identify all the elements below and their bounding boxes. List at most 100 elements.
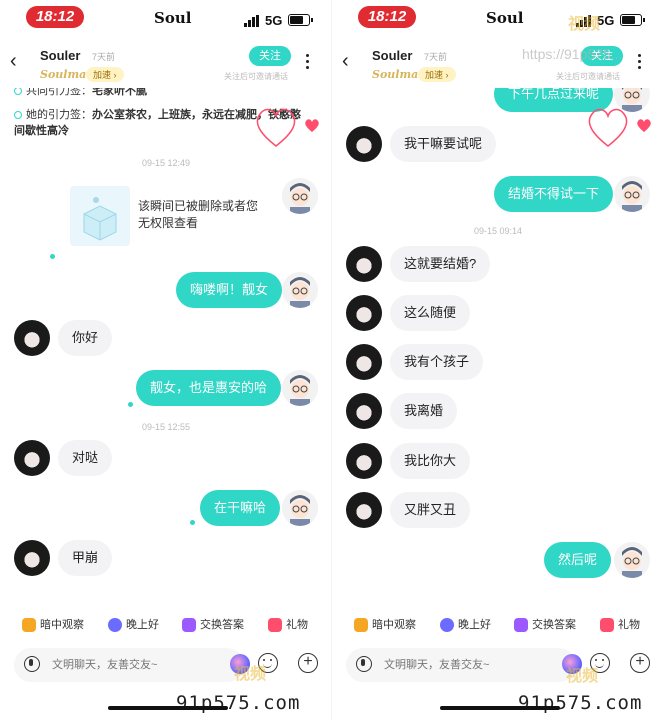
status-time: 18:12 bbox=[26, 6, 84, 28]
my-avatar[interactable] bbox=[282, 490, 318, 526]
action-gift[interactable]: 礼物 bbox=[268, 616, 308, 633]
action-observe[interactable]: 暗中观察 bbox=[22, 616, 84, 633]
binoculars-icon bbox=[22, 618, 36, 633]
more-icon[interactable] bbox=[306, 54, 310, 72]
follow-hint: 关注后可邀请通话 bbox=[224, 72, 288, 81]
action-good-evening[interactable]: 晚上好 bbox=[108, 616, 159, 633]
contact-avatar[interactable] bbox=[346, 126, 382, 162]
message-list[interactable]: 共同引力签：宅家听不腻 她的引力签：办公室茶农，上班族，永远在减肥，铁憨憨 间歇… bbox=[0, 88, 332, 600]
contact-avatar[interactable] bbox=[346, 443, 382, 479]
my-avatar[interactable] bbox=[614, 176, 650, 212]
deleted-moment-text: 该瞬间已被删除或者您无权限查看 bbox=[138, 199, 259, 230]
last-active: 7天前 bbox=[92, 52, 116, 62]
my-avatar[interactable] bbox=[282, 370, 318, 406]
message-bubble-in[interactable]: 这么随便 bbox=[390, 295, 471, 331]
heart-icon[interactable] bbox=[252, 102, 324, 157]
plus-icon[interactable]: + bbox=[630, 653, 650, 673]
contact-avatar[interactable] bbox=[14, 540, 50, 576]
action-observe[interactable]: 暗中观察 bbox=[354, 616, 416, 633]
message-input[interactable] bbox=[346, 648, 576, 682]
message-bubble-in[interactable]: 我比你大 bbox=[390, 443, 471, 479]
chat-swap-icon bbox=[182, 618, 196, 633]
watermark-logo: 视频 bbox=[566, 668, 599, 685]
contact-avatar[interactable] bbox=[346, 492, 382, 528]
heart-icon[interactable] bbox=[584, 102, 656, 157]
watermark-logo: 视频 bbox=[234, 666, 267, 683]
action-label: 交换答案 bbox=[532, 619, 576, 631]
contact-name[interactable]: Souler bbox=[372, 48, 412, 63]
contact-name[interactable]: Souler bbox=[40, 48, 80, 63]
home-indicator[interactable] bbox=[440, 706, 560, 710]
message-bubble-out[interactable]: 在干嘛哈 bbox=[200, 490, 281, 526]
message-bubble-out[interactable]: 然后呢 bbox=[544, 542, 612, 578]
home-indicator[interactable] bbox=[108, 706, 228, 710]
watermark-logo: 视频 bbox=[568, 16, 601, 33]
contact-avatar[interactable] bbox=[346, 295, 382, 331]
signal-icon bbox=[244, 15, 260, 27]
tag-label: 她的引力签： bbox=[26, 109, 92, 121]
action-label: 暗中观察 bbox=[40, 619, 84, 631]
moon-icon bbox=[440, 618, 454, 633]
status-time: 18:12 bbox=[358, 6, 416, 28]
back-icon[interactable]: ‹ bbox=[342, 50, 349, 73]
message-bubble-in[interactable]: 这就要结婚? bbox=[390, 246, 491, 282]
message-bubble-in[interactable]: 我干嘛要试呢 bbox=[390, 126, 497, 162]
her-tag-row-cont: 间歇性高冷 bbox=[14, 122, 69, 138]
tag-dot-icon bbox=[14, 88, 22, 96]
message-bubble-in[interactable]: 又胖又丑 bbox=[390, 492, 471, 528]
app-name: Soul bbox=[486, 9, 524, 27]
more-icon[interactable] bbox=[638, 54, 642, 72]
message-list[interactable]: 下午几点过来呢 我干嘛要试呢 结婚不得试一下 09-15 09:14 这就要结婚… bbox=[332, 88, 664, 600]
contact-avatar[interactable] bbox=[346, 393, 382, 429]
action-swap-answers[interactable]: 交换答案 bbox=[182, 616, 244, 633]
unread-dot bbox=[128, 402, 133, 407]
my-avatar[interactable] bbox=[614, 542, 650, 578]
action-good-evening[interactable]: 晚上好 bbox=[440, 616, 491, 633]
voice-icon[interactable] bbox=[356, 656, 372, 672]
contact-avatar[interactable] bbox=[346, 246, 382, 282]
message-bubble-out[interactable]: 靓女，也是惠安的哈 bbox=[136, 370, 282, 406]
tag-label: 共同引力签： bbox=[26, 88, 92, 97]
action-swap-answers[interactable]: 交换答案 bbox=[514, 616, 576, 633]
follow-button[interactable]: 关注 bbox=[249, 46, 291, 66]
chat-screen-right: 18:12 Soul 5G 视频 ‹ Souler 7天前 Soulmate 加… bbox=[332, 0, 664, 720]
app-name: Soul bbox=[154, 9, 192, 27]
plus-icon[interactable]: + bbox=[298, 653, 318, 673]
binoculars-icon bbox=[354, 618, 368, 633]
message-bubble-in[interactable]: 我有个孩子 bbox=[390, 344, 484, 380]
message-bubble-in[interactable]: 我离婚 bbox=[390, 393, 458, 429]
my-avatar[interactable] bbox=[282, 178, 318, 214]
action-label: 礼物 bbox=[286, 619, 308, 631]
status-bar: 18:12 Soul 5G bbox=[0, 0, 332, 38]
deleted-moment-card[interactable]: 该瞬间已被删除或者您无权限查看 bbox=[70, 186, 276, 250]
status-bar: 18:12 Soul 5G bbox=[332, 0, 664, 38]
action-label: 交换答案 bbox=[200, 619, 244, 631]
message-bubble-in[interactable]: 甲崩 bbox=[58, 540, 113, 576]
contact-avatar[interactable] bbox=[14, 320, 50, 356]
input-bar: + bbox=[14, 648, 320, 682]
action-gift[interactable]: 礼物 bbox=[600, 616, 640, 633]
unread-dot bbox=[190, 520, 195, 525]
contact-avatar[interactable] bbox=[14, 440, 50, 476]
message-bubble-in[interactable]: 对哒 bbox=[58, 440, 113, 476]
chat-swap-icon bbox=[514, 618, 528, 633]
watermark-text: 91p575.com bbox=[176, 692, 301, 714]
watermark-text: 91p575.com bbox=[518, 692, 643, 714]
message-input[interactable] bbox=[14, 648, 244, 682]
contact-avatar[interactable] bbox=[346, 344, 382, 380]
speedup-badge[interactable]: 加速 › bbox=[86, 67, 124, 82]
message-bubble-in[interactable]: 你好 bbox=[58, 320, 113, 356]
my-avatar[interactable] bbox=[282, 272, 318, 308]
input-bar: + bbox=[346, 648, 652, 682]
timestamp: 09-15 09:14 bbox=[473, 226, 523, 236]
quick-action-bar: 暗中观察 晚上好 交换答案 礼物 bbox=[0, 610, 332, 644]
timestamp: 09-15 12:55 bbox=[141, 422, 191, 432]
message-bubble-out[interactable]: 嗨喽啊！靓女 bbox=[176, 272, 283, 308]
follow-hint: 关注后可邀请通话 bbox=[556, 72, 620, 81]
empty-box-icon bbox=[70, 186, 130, 246]
battery-icon bbox=[288, 14, 313, 26]
back-icon[interactable]: ‹ bbox=[10, 50, 17, 73]
message-bubble-out[interactable]: 结婚不得试一下 bbox=[494, 176, 614, 212]
voice-icon[interactable] bbox=[24, 656, 40, 672]
speedup-badge[interactable]: 加速 › bbox=[418, 67, 456, 82]
